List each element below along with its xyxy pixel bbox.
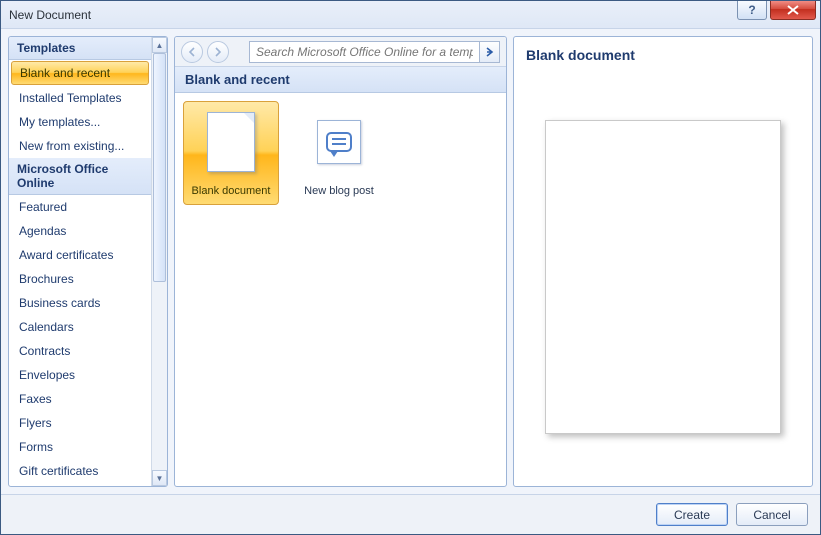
sidebar-item-new-from-existing[interactable]: New from existing... [9, 134, 151, 158]
sidebar-item-greeting-cards[interactable]: Greeting cards [9, 483, 151, 486]
blank-document-icon [187, 105, 275, 179]
scroll-down-button[interactable]: ▼ [152, 470, 167, 486]
search-box [249, 41, 500, 63]
search-go-button[interactable] [479, 42, 499, 62]
preview-heading: Blank document [514, 37, 812, 67]
titlebar-buttons: ? [737, 1, 820, 20]
dialog-body: Templates Blank and recent Installed Tem… [1, 29, 820, 494]
sidebar-item-award-certificates[interactable]: Award certificates [9, 243, 151, 267]
template-label: Blank document [187, 185, 275, 201]
window-title: New Document [9, 8, 91, 22]
template-label: New blog post [291, 185, 387, 201]
arrow-left-icon [187, 47, 197, 57]
create-button[interactable]: Create [656, 503, 728, 526]
center-toolbar [175, 37, 506, 67]
sidebar-heading-templates: Templates [9, 37, 151, 60]
template-new-blog-post[interactable]: New blog post [291, 101, 387, 201]
templates-center-panel: Blank and recent Blank document [174, 36, 507, 487]
new-document-dialog: New Document ? Templates Blank and recen… [0, 0, 821, 535]
sidebar-item-blank-and-recent[interactable]: Blank and recent [11, 61, 149, 85]
preview-body [514, 67, 812, 486]
sidebar-item-business-cards[interactable]: Business cards [9, 291, 151, 315]
preview-page-thumbnail [545, 120, 781, 434]
templates-sidebar: Templates Blank and recent Installed Tem… [8, 36, 168, 487]
close-button[interactable] [770, 1, 816, 20]
sidebar-item-my-templates[interactable]: My templates... [9, 110, 151, 134]
sidebar-item-featured[interactable]: Featured [9, 195, 151, 219]
sidebar-item-envelopes[interactable]: Envelopes [9, 363, 151, 387]
sidebar-item-installed-templates[interactable]: Installed Templates [9, 86, 151, 110]
sidebar-scroll-area: Templates Blank and recent Installed Tem… [9, 37, 167, 486]
cancel-button[interactable]: Cancel [736, 503, 808, 526]
blog-post-icon [295, 105, 383, 179]
help-icon: ? [748, 3, 755, 17]
speech-bubble-icon [317, 120, 361, 164]
templates-list: Blank document New blog post [175, 93, 506, 486]
close-icon [786, 5, 800, 15]
arrow-right-icon [485, 47, 495, 57]
arrow-right-icon [213, 47, 223, 57]
scroll-up-button[interactable]: ▲ [152, 37, 167, 53]
sidebar-item-forms[interactable]: Forms [9, 435, 151, 459]
nav-back-button[interactable] [181, 41, 203, 63]
sidebar-item-calendars[interactable]: Calendars [9, 315, 151, 339]
sidebar-item-contracts[interactable]: Contracts [9, 339, 151, 363]
sidebar-item-brochures[interactable]: Brochures [9, 267, 151, 291]
help-button[interactable]: ? [737, 1, 767, 20]
sidebar-item-flyers[interactable]: Flyers [9, 411, 151, 435]
titlebar: New Document ? [1, 1, 820, 29]
scroll-track[interactable] [152, 53, 167, 470]
preview-panel: Blank document [513, 36, 813, 487]
sidebar-list: Templates Blank and recent Installed Tem… [9, 37, 151, 486]
template-blank-document[interactable]: Blank document [183, 101, 279, 205]
dialog-footer: Create Cancel [1, 494, 820, 534]
sidebar-item-faxes[interactable]: Faxes [9, 387, 151, 411]
scroll-thumb[interactable] [153, 53, 166, 282]
search-input[interactable] [250, 43, 479, 61]
sidebar-item-gift-certificates[interactable]: Gift certificates [9, 459, 151, 483]
page-icon [207, 112, 255, 172]
nav-forward-button[interactable] [207, 41, 229, 63]
center-section-heading: Blank and recent [175, 67, 506, 93]
sidebar-heading-office-online: Microsoft Office Online [9, 158, 151, 195]
sidebar-scrollbar[interactable]: ▲ ▼ [151, 37, 167, 486]
sidebar-item-agendas[interactable]: Agendas [9, 219, 151, 243]
